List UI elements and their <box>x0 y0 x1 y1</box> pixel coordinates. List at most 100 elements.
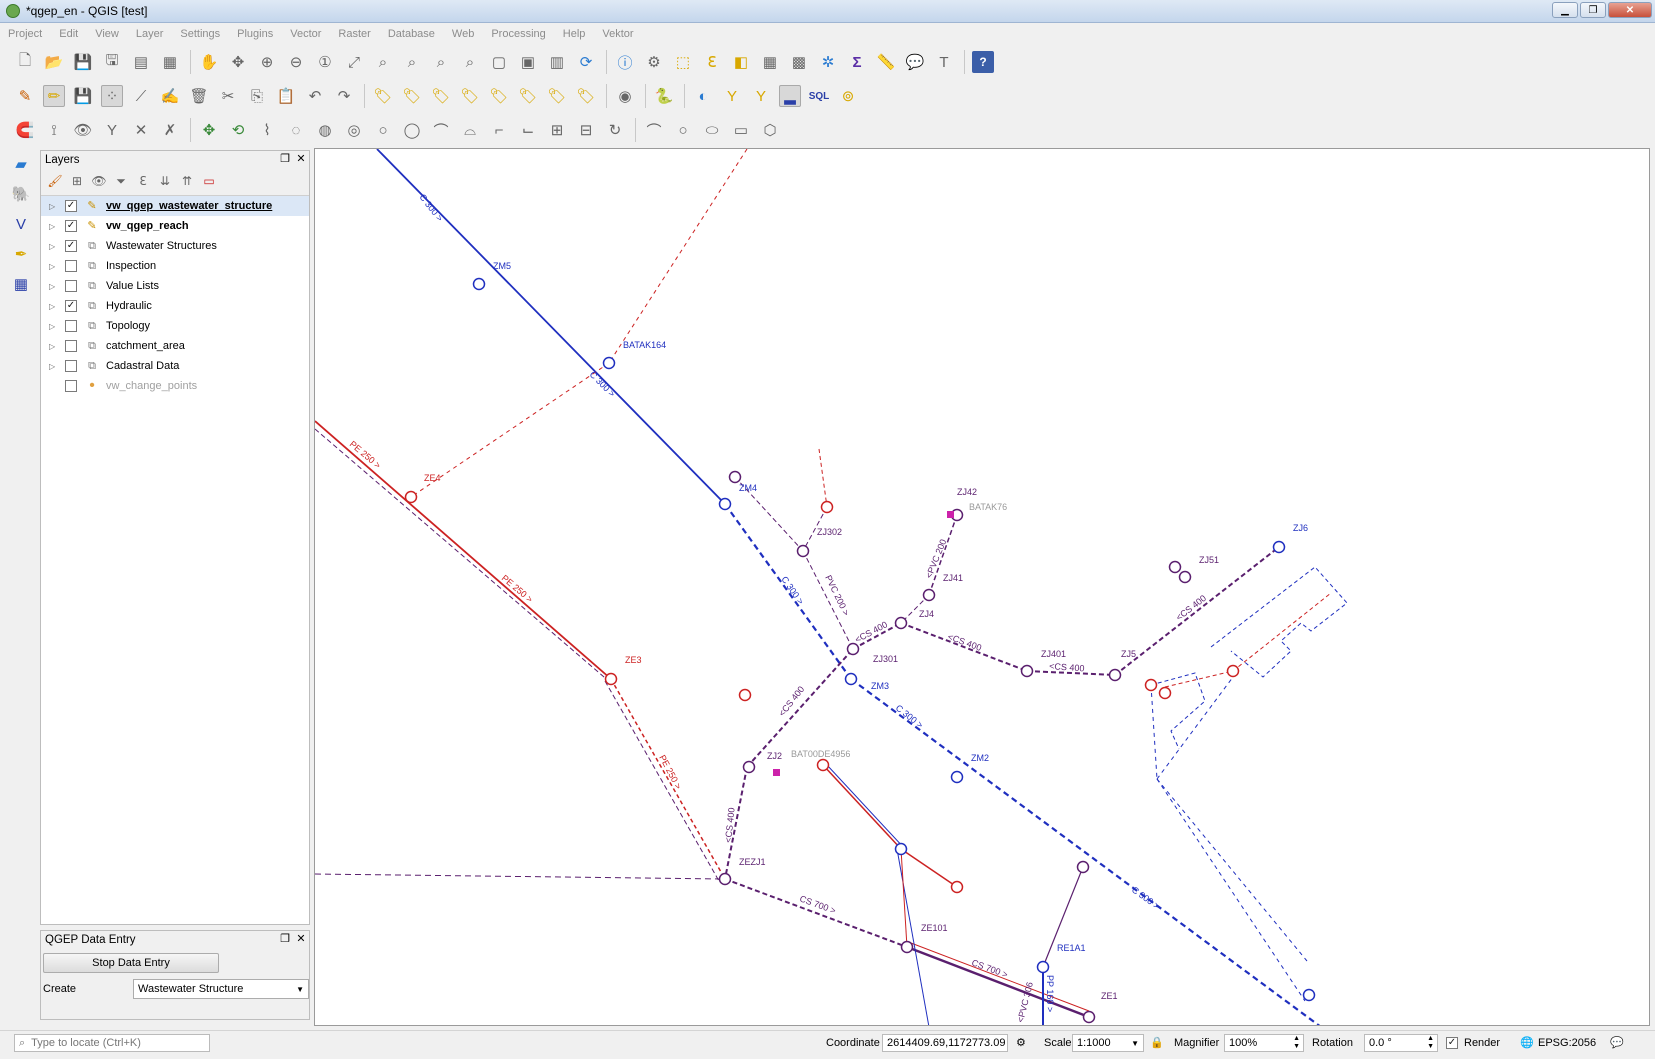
spin-arrows-icon[interactable]: ▲ ▼ <box>1427 1035 1434 1051</box>
layer-visibility-checkbox[interactable] <box>65 260 77 272</box>
menu-item-database[interactable]: Database <box>388 28 435 40</box>
reach-right-a[interactable] <box>1150 684 1158 780</box>
label-highlight-icon[interactable]: 🏷 <box>430 85 452 107</box>
node-bat00de-marker[interactable] <box>773 769 780 776</box>
plot-icon[interactable]: ▂ <box>779 85 801 107</box>
new-map-view-icon[interactable]: ▢ <box>488 51 510 73</box>
reach-red-dashed-ze4[interactable] <box>410 362 610 498</box>
expand-arrow-icon[interactable]: ▷ <box>49 222 59 231</box>
node-batak76-marker[interactable] <box>947 511 954 518</box>
redo-icon[interactable]: ↷ <box>333 85 355 107</box>
maximize-button[interactable]: ❐ <box>1580 2 1606 18</box>
expand-arrow-icon[interactable]: ▷ <box>49 262 59 271</box>
add-part-icon[interactable]: ◍ <box>314 119 336 141</box>
upstream-icon[interactable]: Y <box>721 85 743 107</box>
save-as-icon[interactable]: 🖫 <box>101 51 123 73</box>
layer-visibility-checkbox[interactable] <box>65 380 77 392</box>
menu-item-vector[interactable]: Vector <box>290 28 321 40</box>
rotate-point-icon[interactable]: ↻ <box>604 119 626 141</box>
node-red-branch-end[interactable] <box>950 880 964 894</box>
reach-red-ze101[interactable] <box>900 848 958 888</box>
split-parts-icon[interactable]: ⌙ <box>517 119 539 141</box>
node-zezj1[interactable] <box>718 872 732 886</box>
add-virtual-layer-icon[interactable]: V <box>10 213 32 235</box>
profile-tool-icon[interactable]: ◐ <box>692 85 714 107</box>
zoom-full-icon[interactable]: ⤢ <box>343 51 365 73</box>
composer-manager-icon[interactable]: ▦ <box>159 51 181 73</box>
python-console-icon[interactable]: 🐍 <box>653 85 675 107</box>
add-vector-layer-icon[interactable]: ▰ <box>10 153 32 175</box>
menu-item-project[interactable]: Project <box>8 28 42 40</box>
label-properties-icon[interactable]: 🏷 <box>575 85 597 107</box>
copy-features-icon[interactable]: ⎘ <box>246 85 268 107</box>
node-zm4[interactable] <box>728 470 742 484</box>
layer-visibility-checkbox[interactable]: ✓ <box>65 300 77 312</box>
node-zm5[interactable] <box>472 277 486 291</box>
layer-visibility-checkbox[interactable] <box>65 320 77 332</box>
layer-visibility-checkbox[interactable]: ✓ <box>65 200 77 212</box>
layer-row[interactable]: ▷ ✓ ✎ vw_qgep_reach <box>41 216 309 236</box>
paste-features-icon[interactable]: 📋 <box>275 85 297 107</box>
zoom-in-icon[interactable]: ⊕ <box>256 51 278 73</box>
layer-visibility-checkbox[interactable]: ✓ <box>65 220 77 232</box>
menu-item-help[interactable]: Help <box>563 28 586 40</box>
float-panel-icon[interactable]: ❐ <box>279 153 291 165</box>
coordinate-toggle-icon[interactable]: ⚙ <box>1016 1036 1026 1049</box>
rectangle-icon[interactable]: ▭ <box>730 119 752 141</box>
reach-pe250-lower-shadow[interactable] <box>604 680 720 882</box>
filter-legend-icon[interactable]: ⏷ <box>113 173 129 189</box>
pan-to-selection-icon[interactable]: ✥ <box>227 51 249 73</box>
merge-attributes-icon[interactable]: ⊟ <box>575 119 597 141</box>
rotate-feature-icon[interactable]: ⟲ <box>227 119 249 141</box>
regular-polygon-icon[interactable]: ⬡ <box>759 119 781 141</box>
node-zj6[interactable] <box>1272 540 1286 554</box>
pan-icon[interactable]: ✋ <box>198 51 220 73</box>
reach-cs400-e[interactable] <box>1114 546 1280 676</box>
node-c300-lower[interactable] <box>1076 860 1090 874</box>
layer-row[interactable]: ▷ ⧉ catchment_area <box>41 336 309 356</box>
rotation-spinbox[interactable]: 0.0 ° ▲ ▼ <box>1364 1034 1438 1052</box>
layer-row[interactable]: ▷ ✓ ✎ vw_qgep_wastewater_structure <box>41 196 309 216</box>
toolbox-icon[interactable]: ✲ <box>817 51 839 73</box>
simplify-icon[interactable]: ⌇ <box>256 119 278 141</box>
layer-row[interactable]: • vw_change_points <box>41 376 309 396</box>
menu-item-settings[interactable]: Settings <box>180 28 220 40</box>
reach-pe250-lower[interactable] <box>610 678 726 880</box>
menu-item-raster[interactable]: Raster <box>338 28 370 40</box>
expand-arrow-icon[interactable]: ▷ <box>49 342 59 351</box>
reach-horizontal-left[interactable] <box>315 873 726 880</box>
add-feature-icon[interactable]: ⁘ <box>101 85 123 107</box>
menu-item-edit[interactable]: Edit <box>59 28 78 40</box>
cross-arrow-icon[interactable]: ✗ <box>159 119 181 141</box>
add-wms-layer-icon[interactable]: ▦ <box>10 273 32 295</box>
edit-feature-icon[interactable]: ✍ <box>159 85 181 107</box>
sql-icon[interactable]: SQL <box>808 85 830 107</box>
messages-icon[interactable]: 💬 <box>1610 1036 1624 1049</box>
node-red-right-b[interactable] <box>1158 686 1172 700</box>
reach-blue-ze101[interactable] <box>896 848 930 1026</box>
menu-item-web[interactable]: Web <box>452 28 474 40</box>
menu-item-plugins[interactable]: Plugins <box>237 28 273 40</box>
locator-input[interactable]: ⌕ Type to locate (Ctrl+K) <box>14 1034 210 1052</box>
map-canvas[interactable]: .bl { stroke:#1f2fbf; fill:none; } .rd {… <box>314 148 1650 1026</box>
reach-red-stub[interactable] <box>818 448 828 508</box>
layer-row[interactable]: ▷ ⧉ Topology <box>41 316 309 336</box>
globe-icon[interactable]: 🌐 <box>1520 1036 1534 1049</box>
magnifier-spinbox[interactable]: 100% ▲ ▼ <box>1224 1034 1304 1052</box>
offset-curve-icon[interactable]: ⌓ <box>459 119 481 141</box>
attribute-table-icon[interactable]: ▦ <box>759 51 781 73</box>
show-bookmarks-icon[interactable]: ▥ <box>546 51 568 73</box>
expand-arrow-icon[interactable]: ▷ <box>49 202 59 211</box>
layer-visibility-checkbox[interactable]: ✓ <box>65 240 77 252</box>
lock-scale-icon[interactable]: 🔒 <box>1150 1036 1164 1049</box>
reach-right-b[interactable] <box>1156 778 1306 1002</box>
node-ze4[interactable] <box>404 490 418 504</box>
layer-visibility-checkbox[interactable] <box>65 280 77 292</box>
help-icon[interactable]: ? <box>972 51 994 73</box>
close-button[interactable]: ✕ <box>1608 2 1652 18</box>
catchment-outline[interactable] <box>1150 672 1206 750</box>
undo-icon[interactable]: ↶ <box>304 85 326 107</box>
node-red-right-c[interactable] <box>1226 664 1240 678</box>
filter-expression-icon[interactable]: ℇ <box>135 173 151 189</box>
delete-selected-icon[interactable]: 🗑 <box>188 85 210 107</box>
